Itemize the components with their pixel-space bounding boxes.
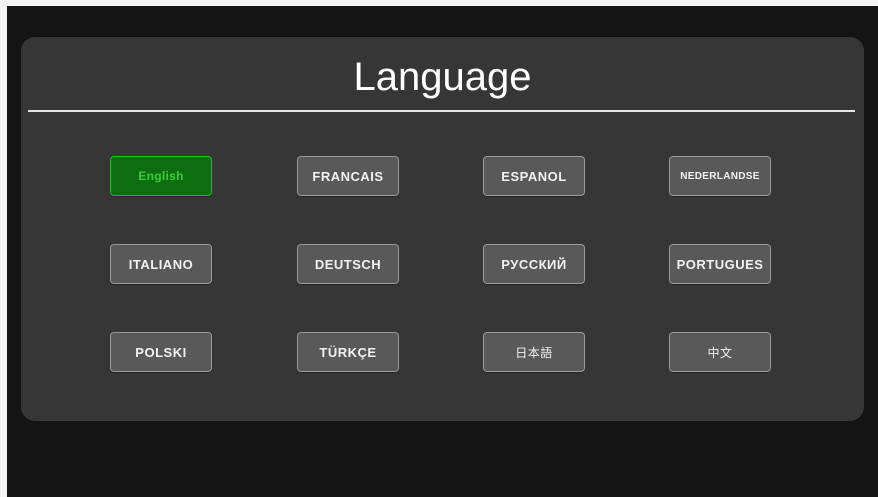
language-button-espanol[interactable]: ESPANOL (483, 156, 585, 196)
language-button-polski[interactable]: POLSKI (110, 332, 212, 372)
language-grid: English FRANCAIS ESPANOL NEDERLANDSE ITA… (21, 37, 864, 421)
language-button-russkiy[interactable]: РУССКИЙ (483, 244, 585, 284)
language-button-english[interactable]: English (110, 156, 212, 196)
language-button-francais[interactable]: FRANCAIS (297, 156, 399, 196)
language-button-nederlandse[interactable]: NEDERLANDSE (669, 156, 771, 196)
language-button-portugues[interactable]: PORTUGUES (669, 244, 771, 284)
language-button-japanese[interactable]: 日本語 (483, 332, 585, 372)
game-screen: Language English FRANCAIS ESPANOL NEDERL… (7, 6, 878, 497)
language-button-turkce[interactable]: TÜRKÇE (297, 332, 399, 372)
language-button-italiano[interactable]: ITALIANO (110, 244, 212, 284)
language-button-deutsch[interactable]: DEUTSCH (297, 244, 399, 284)
language-panel: Language English FRANCAIS ESPANOL NEDERL… (21, 37, 864, 421)
language-button-chinese[interactable]: 中文 (669, 332, 771, 372)
